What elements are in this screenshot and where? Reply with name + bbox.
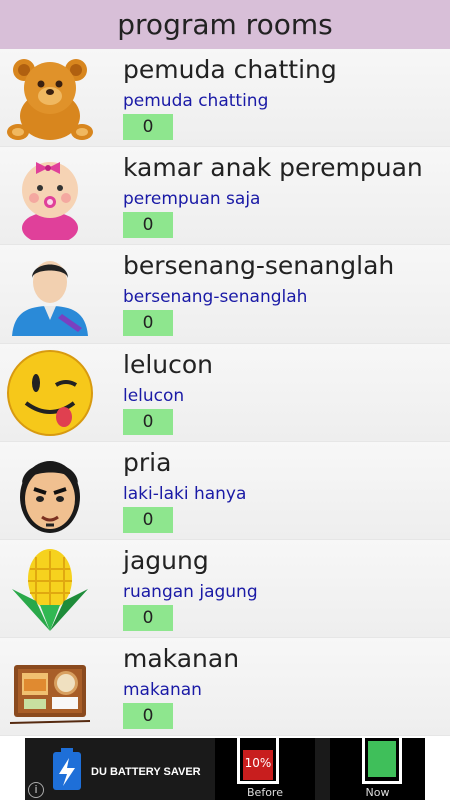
corn-icon <box>6 545 94 633</box>
room-title: pemuda chatting <box>123 55 337 84</box>
room-title: makanan <box>123 644 240 674</box>
list-item[interactable]: pemuda chatting pemuda chatting 0 <box>0 49 450 148</box>
room-title: jagung <box>123 545 209 575</box>
list-item[interactable]: lelucon lelucon 0 <box>0 343 450 442</box>
before-percent: 10% <box>244 756 272 770</box>
now-panel: Now <box>330 738 425 800</box>
room-list: pemuda chatting pemuda chatting 0 kamar … <box>0 49 450 737</box>
list-item[interactable]: makanan makanan 0 <box>0 638 450 737</box>
user-silhouette-icon <box>6 250 94 338</box>
room-title: lelucon <box>123 349 214 379</box>
list-item[interactable]: bersenang-senanglah bersenang-senanglah … <box>0 245 450 344</box>
room-subtitle: perempuan saja <box>123 189 261 210</box>
battery-now-icon <box>362 738 402 784</box>
now-label: Now <box>365 786 390 799</box>
battery-icon <box>49 746 85 792</box>
room-subtitle: lelucon <box>123 385 185 406</box>
user-count-badge: 0 <box>123 604 173 631</box>
room-subtitle: laki-laki hanya <box>123 483 247 504</box>
list-item[interactable]: jagung ruangan jagung 0 <box>0 539 450 639</box>
user-count-badge: 0 <box>123 506 173 533</box>
room-subtitle: bersenang-senanglah <box>123 287 308 308</box>
food-tray-icon <box>6 643 94 731</box>
ad-info-icon[interactable]: i <box>28 782 44 798</box>
user-count-badge: 0 <box>123 212 173 239</box>
room-subtitle: pemuda chatting <box>123 91 269 111</box>
winking-smiley-icon <box>6 349 94 437</box>
user-count-badge: 0 <box>123 114 173 140</box>
user-count-badge: 0 <box>123 408 173 435</box>
list-item[interactable]: kamar anak perempuan perempuan saja 0 <box>0 147 450 246</box>
man-face-icon <box>6 447 94 535</box>
user-count-badge: 0 <box>123 310 173 337</box>
list-item[interactable]: pria laki-laki hanya 0 <box>0 441 450 540</box>
room-subtitle: makanan <box>123 680 202 701</box>
page-title: program rooms <box>0 0 450 49</box>
baby-girl-icon <box>6 152 94 241</box>
before-label: Before <box>247 786 283 799</box>
teddy-bear-icon <box>6 54 94 142</box>
before-panel: 10% Before <box>215 738 315 800</box>
room-subtitle: ruangan jagung <box>123 581 258 602</box>
ad-banner[interactable]: i DU BATTERY SAVER 10% Before Now <box>25 738 425 800</box>
battery-now-fill <box>368 741 396 777</box>
user-count-badge: 0 <box>123 703 173 730</box>
room-title: kamar anak perempuan <box>123 153 423 183</box>
room-title: pria <box>123 447 172 477</box>
ad-brand: DU BATTERY SAVER <box>91 766 201 778</box>
room-title: bersenang-senanglah <box>123 251 395 281</box>
